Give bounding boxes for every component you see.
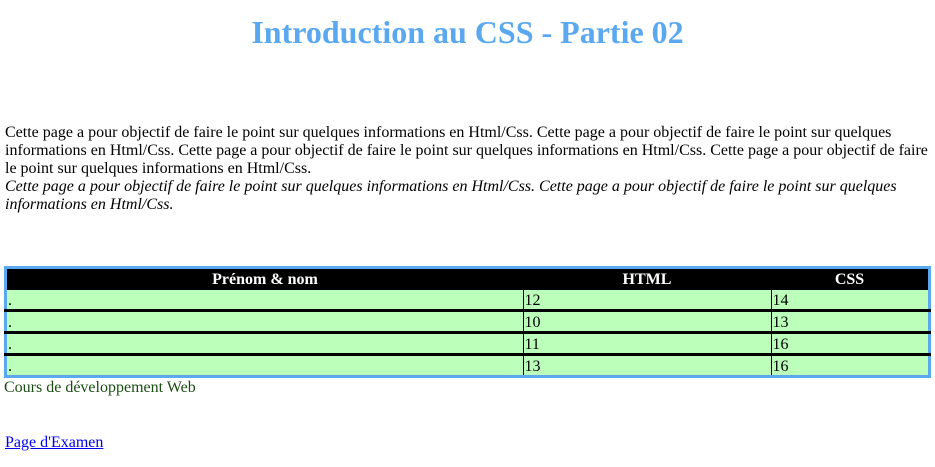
cell-name: .: [5, 353, 524, 377]
cell-name: .: [5, 290, 524, 311]
header-name: Prénom & nom: [5, 267, 523, 290]
cell-html: 11: [522, 331, 772, 355]
header-css: CSS: [771, 267, 930, 290]
cell-css: 16: [770, 331, 930, 355]
cell-css: 16: [770, 353, 930, 377]
cell-html: 10: [522, 309, 772, 333]
table-header-row: Prénom & nom HTML CSS: [5, 267, 930, 290]
cell-name: .: [5, 331, 524, 355]
table-row: . 13 16: [5, 353, 930, 377]
cell-html: 13: [522, 353, 772, 377]
cell-css: 13: [770, 309, 930, 333]
intro-italic: Cette page a pour objectif de faire le p…: [5, 178, 897, 213]
table-row: . 11 16: [5, 331, 930, 355]
cell-css: 14: [770, 290, 930, 311]
page-title: Introduction au CSS - Partie 02: [251, 14, 684, 50]
intro-text: Cette page a pour objectif de faire le p…: [5, 124, 930, 214]
exam-page-link[interactable]: Page d'Examen: [5, 434, 103, 452]
header-html: HTML: [523, 267, 771, 290]
grades-table: Cours de développement Web Prénom & nom …: [4, 266, 931, 397]
cell-html: 12: [522, 290, 772, 311]
intro-paragraph: Cette page a pour objectif de faire le p…: [5, 124, 928, 177]
table-row: . 12 14: [5, 290, 930, 311]
table-caption: Cours de développement Web: [4, 379, 196, 396]
table-row: . 10 13: [5, 309, 930, 333]
cell-name: .: [5, 309, 524, 333]
